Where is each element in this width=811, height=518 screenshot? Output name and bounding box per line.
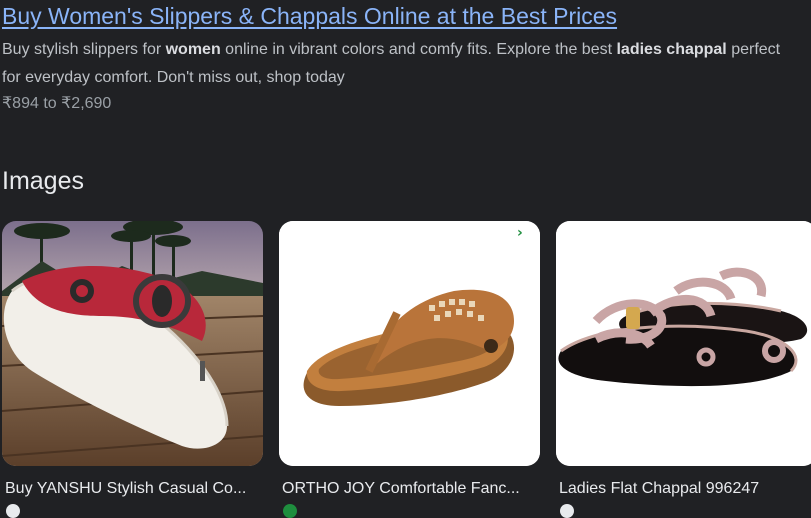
image-card[interactable]: Buy YANSHU Stylish Casual Co... xyxy=(2,221,263,518)
source-favicon-icon xyxy=(6,504,20,518)
tan-orthopedic-sandal-image[interactable]: › xyxy=(279,221,540,466)
snippet-text: online in vibrant colors and comfy fits.… xyxy=(220,41,617,58)
image-caption[interactable]: Ladies Flat Chappal 996247 xyxy=(559,478,811,500)
price-range: ₹894 to ₹2,690 xyxy=(2,95,112,112)
image-card[interactable]: Ladies Flat Chappal 996247 xyxy=(556,221,811,518)
rose-gold-flat-chappal-image[interactable] xyxy=(556,221,811,466)
snippet-bold-text: ladies chappal xyxy=(616,41,727,58)
result-title-link[interactable]: Buy Women's Slippers & Chappals Online a… xyxy=(2,1,617,31)
source-favicon-icon xyxy=(560,504,574,518)
source-favicon-icon xyxy=(283,504,297,518)
snippet-text: Buy stylish slippers for xyxy=(2,41,166,58)
chevron-right-icon: › xyxy=(517,225,523,241)
snippet-bold-text: women xyxy=(165,41,221,58)
image-card[interactable]: › ORTHO JOY Comfortable Fanc... xyxy=(279,221,540,518)
images-section-heading: Images xyxy=(2,167,84,195)
red-white-thong-slipper-image[interactable] xyxy=(2,221,263,466)
image-caption[interactable]: Buy YANSHU Stylish Casual Co... xyxy=(5,478,263,500)
result-snippet: Buy stylish slippers for women online in… xyxy=(2,36,792,92)
image-caption[interactable]: ORTHO JOY Comfortable Fanc... xyxy=(282,478,540,500)
